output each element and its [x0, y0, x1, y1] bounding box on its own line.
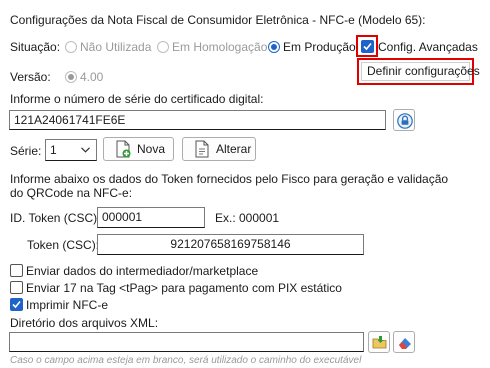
alterar-button[interactable]: Alterar [182, 137, 256, 161]
diretorio-label: Diretório dos arquivos XML: [10, 316, 159, 330]
radio-em-homologacao[interactable] [157, 41, 169, 53]
certificado-label: Informe o número de série do certificado… [10, 92, 264, 106]
id-token-example: Ex.: 000001 [215, 211, 280, 225]
radio-nao-utilizada[interactable] [65, 41, 77, 53]
id-token-label: ID. Token (CSC): [10, 211, 101, 225]
situacao-label: Situação: [10, 40, 61, 54]
edit-document-icon [195, 140, 209, 158]
lock-button[interactable] [393, 109, 415, 131]
folder-icon [372, 336, 387, 349]
intermediador-label[interactable]: Enviar dados do intermediador/marketplac… [26, 264, 258, 279]
alterar-label: Alterar [216, 142, 252, 156]
nova-button[interactable]: Nova [103, 137, 174, 161]
certificado-value: 121A24061741FE6E [14, 113, 126, 127]
imprimir-nfce-checkbox[interactable] [10, 298, 23, 311]
versao-value: 4.00 [80, 70, 104, 84]
token-info-line2: do QRCode na NFC-e: [10, 186, 133, 200]
versao-label: Versão: [10, 70, 51, 84]
radio-versao[interactable] [65, 71, 77, 83]
pix-estatico-label[interactable]: Enviar 17 na Tag <tPag> para pagamento c… [26, 281, 342, 296]
intermediador-checkbox[interactable] [10, 264, 23, 277]
clear-button[interactable] [393, 331, 415, 353]
imprimir-nfce-label[interactable]: Imprimir NFC-e [26, 298, 108, 313]
checkmark-icon [12, 300, 21, 309]
radio-nao-utilizada-label[interactable]: Não Utilizada [80, 40, 151, 55]
radio-em-producao-label[interactable]: Em Produção [283, 40, 356, 55]
eraser-icon [399, 338, 411, 349]
lock-icon [397, 113, 413, 129]
serie-select[interactable]: 1 [45, 139, 97, 161]
radio-em-homologacao-label[interactable]: Em Homologação [172, 40, 267, 55]
token-csc-input[interactable]: 921207658169758146 [97, 234, 364, 255]
page-title: Configurações da Nota Fiscal de Consumid… [10, 13, 426, 27]
config-avancadas-label[interactable]: Config. Avançadas [378, 40, 478, 55]
definir-configuracoes-label[interactable]: Definir configurações [367, 64, 480, 79]
nova-label: Nova [137, 142, 166, 156]
diretorio-hint: Caso o campo acima esteja em branco, ser… [10, 355, 362, 366]
pix-estatico-checkbox[interactable] [10, 281, 23, 294]
id-token-value: 000001 [102, 210, 143, 224]
serie-value: 1 [50, 143, 57, 157]
new-document-icon [116, 140, 131, 158]
radio-em-producao[interactable] [268, 41, 280, 53]
serie-label: Série: [10, 144, 42, 158]
checkmark-icon [363, 42, 372, 51]
certificado-input[interactable]: 121A24061741FE6E [9, 110, 386, 130]
config-avancadas-checkbox[interactable] [361, 40, 374, 53]
chevron-down-icon [81, 147, 90, 153]
diretorio-input[interactable] [9, 332, 364, 352]
id-token-input[interactable]: 000001 [97, 207, 205, 228]
definir-configuracoes-menu[interactable]: Definir configurações [361, 62, 480, 81]
folder-button[interactable] [368, 331, 390, 353]
token-csc-value: 921207658169758146 [170, 237, 291, 251]
token-info-line1: Informe abaixo os dados do Token forneci… [10, 172, 449, 186]
token-csc-label: Token (CSC): [27, 238, 100, 252]
